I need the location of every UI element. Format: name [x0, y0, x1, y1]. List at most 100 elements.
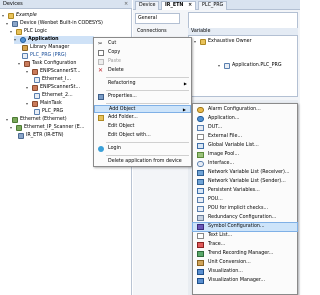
collapse-icon[interactable]: ▾ — [6, 116, 10, 124]
tab-label: Device — [139, 3, 156, 8]
menu-item-label: Delete application from device — [108, 159, 182, 164]
prg-icon — [34, 77, 40, 83]
editor-tab-bar: Device IR_ETN × PLC_PRG — [133, 0, 300, 10]
collapse-icon[interactable]: ▾ — [14, 36, 18, 44]
file-icon — [197, 134, 204, 140]
submenu-item-redundancy-configuration[interactable]: Redundancy Configuration... — [193, 214, 297, 222]
tab-device[interactable]: Device — [135, 1, 160, 10]
menu-item-delete-application[interactable]: Delete application from device — [94, 158, 191, 166]
tree-item-device[interactable]: ▾ Device (Wenbet Built-in CODESYS) — [6, 20, 103, 28]
submenu-item-symbol-configuration[interactable]: Symbol Configuration... — [192, 221, 298, 233]
tree-item-ir-etr[interactable]: IR_ETR (IR-ETN) — [18, 132, 64, 140]
menu-item-edit-object[interactable]: Edit Object — [94, 123, 191, 131]
submenu-item-pou-implicit-checks[interactable]: POU for implicit checks... — [193, 205, 297, 213]
collapse-icon[interactable]: ▾ — [26, 68, 30, 76]
menu-item-edit-object-with[interactable]: Edit Object with... — [94, 132, 191, 140]
submenu-item-trace[interactable]: Trace... — [193, 241, 297, 249]
collapse-icon[interactable]: ▾ — [2, 12, 6, 20]
tree-item-label: Application — [28, 37, 59, 42]
menu-item-label: Edit Object with... — [108, 133, 151, 138]
submenu-item-alarm-configuration[interactable]: Alarm Configuration... — [193, 106, 297, 114]
menu-item-label: Delete — [108, 68, 124, 73]
submenu-item-dut[interactable]: DUT... — [193, 124, 297, 132]
tree-item-ethernet-2[interactable]: Ethernet_2... — [34, 92, 73, 100]
submenu-item-label: Unit Conversion... — [208, 260, 251, 265]
submenu-item-visualization[interactable]: Visualization... — [193, 268, 297, 276]
tree-item-label: ENIPScannerST... — [40, 69, 81, 74]
submenu-item-nvl-sender[interactable]: Network Variable List (Sender)... — [193, 178, 297, 186]
menu-item-label: Add Folder... — [108, 115, 138, 120]
submenu-item-text-list[interactable]: Text List... — [193, 232, 297, 240]
menu-item-delete[interactable]: ✕ Delete — [94, 67, 191, 75]
interface-icon — [197, 161, 204, 167]
close-icon[interactable]: × — [188, 3, 192, 8]
variable-row-application[interactable]: ▾ Application.PLC_PRG — [218, 62, 282, 70]
menu-item-add-folder[interactable]: Add Folder... — [94, 114, 191, 122]
task-icon — [32, 101, 38, 107]
submenu-item-external-file[interactable]: External File... — [193, 133, 297, 141]
tree-item-application[interactable]: ▾ Application — [14, 36, 94, 44]
menu-item-add-object[interactable]: Add Object ▶ — [94, 105, 191, 113]
alarm-icon — [197, 107, 204, 113]
tree-item-project[interactable]: ▾ Example — [2, 12, 37, 20]
submenu-item-label: Image Pool... — [208, 152, 240, 157]
devices-pane-title: Devices — [0, 0, 132, 9]
tab-ir-etn[interactable]: IR_ETN × — [161, 1, 197, 10]
menu-item-cut[interactable]: ✂ Cut — [94, 40, 191, 48]
collapse-icon[interactable]: ▾ — [194, 38, 198, 46]
submenu-item-label: POU for implicit checks... — [208, 206, 269, 211]
submenu-item-label: Trace... — [208, 242, 226, 247]
variable-row-owner[interactable]: ▾ Exhaustive Owner — [194, 38, 252, 46]
tree-item-enip-scanner-1[interactable]: ▾ ENIPScannerST... — [26, 68, 81, 76]
menu-item-refactoring[interactable]: Refactoring ▶ — [94, 80, 191, 88]
submenu-item-global-variable-list[interactable]: Global Variable List... — [193, 142, 297, 150]
submenu-item-interface[interactable]: Interface... — [193, 160, 297, 168]
tree-item-ethernet[interactable]: ▾ Ethernet (Ethernet) — [6, 116, 67, 124]
submenu-item-label: Network Variable List (Sender)... — [208, 179, 286, 184]
collapse-icon[interactable]: ▾ — [10, 124, 14, 132]
devices-pane-close-icon[interactable]: × — [124, 1, 128, 7]
task-icon — [32, 69, 38, 75]
collapse-icon[interactable]: ▾ — [26, 100, 30, 108]
collapse-icon[interactable]: ▾ — [10, 28, 14, 36]
unit-conversion-icon — [197, 260, 204, 266]
login-icon — [98, 146, 104, 152]
tab-plc-prg[interactable]: PLC_PRG — [198, 1, 228, 10]
submenu-item-unit-conversion[interactable]: Unit Conversion... — [193, 259, 297, 267]
submenu-item-trend-recording-manager[interactable]: Trend Recording Manager... — [193, 250, 297, 258]
submenu-item-pou[interactable]: POU... — [193, 196, 297, 204]
submenu-item-visualization-manager[interactable]: Visualization Manager... — [193, 277, 297, 285]
submenu-item-label: POU... — [208, 197, 223, 202]
submenu-item-image-pool[interactable]: Image Pool... — [193, 151, 297, 159]
submenu-arrow-icon: ▶ — [182, 107, 186, 112]
tree-item-plc-logic[interactable]: ▾ PLC Logic — [10, 28, 47, 36]
menu-item-paste[interactable]: Paste — [94, 58, 191, 66]
tree-item-plc-prg[interactable]: PLC_PRG (PRG) — [22, 52, 66, 60]
tree-item-task-configuration[interactable]: ▾ Task Configuration — [18, 60, 76, 68]
tree-item-library-manager[interactable]: Library Manager — [22, 44, 69, 52]
tree-item-plc-prg-call[interactable]: PLC_PRG — [34, 108, 63, 116]
submenu-item-application[interactable]: Application... — [193, 115, 297, 123]
menu-item-copy[interactable]: Copy — [94, 49, 191, 57]
submenu-item-persistent-variables[interactable]: Persistent Variables... — [193, 187, 297, 195]
menu-item-properties[interactable]: Properties... — [94, 93, 191, 101]
tree-item-ethernet-1[interactable]: Ethernet_I... — [34, 76, 71, 84]
general-section[interactable]: General — [135, 13, 180, 24]
nvl-sender-icon — [197, 179, 204, 185]
menu-item-login[interactable]: Login — [94, 145, 191, 153]
tree-item-maintask[interactable]: ▾ MainTask — [26, 100, 62, 108]
collapse-icon[interactable]: ▾ — [18, 60, 22, 68]
tree-item-label: Library Manager — [30, 45, 70, 50]
collapse-icon[interactable]: ▾ — [6, 20, 10, 28]
submenu-item-label: Network Variable List (Receiver)... — [208, 170, 290, 175]
pou-icon — [197, 197, 204, 203]
context-menu: ✂ Cut Copy Paste ✕ Delete Refactoring ▶ … — [93, 37, 192, 167]
tree-item-enip-scanner-2[interactable]: ▾ ENIPScannerSt... — [26, 84, 80, 92]
submenu-item-nvl-receiver[interactable]: Network Variable List (Receiver)... — [193, 169, 297, 177]
image-pool-icon — [197, 152, 204, 158]
tree-item-ethernet-ip-scanner[interactable]: ▾ Ethernet_IP_Scanner (E... — [10, 124, 84, 132]
variable-header-label: Variable — [191, 29, 211, 34]
collapse-icon[interactable]: ▾ — [26, 84, 30, 92]
tree-item-label: IR_ETR (IR-ETN) — [26, 133, 64, 138]
collapse-icon[interactable]: ▾ — [218, 62, 222, 70]
